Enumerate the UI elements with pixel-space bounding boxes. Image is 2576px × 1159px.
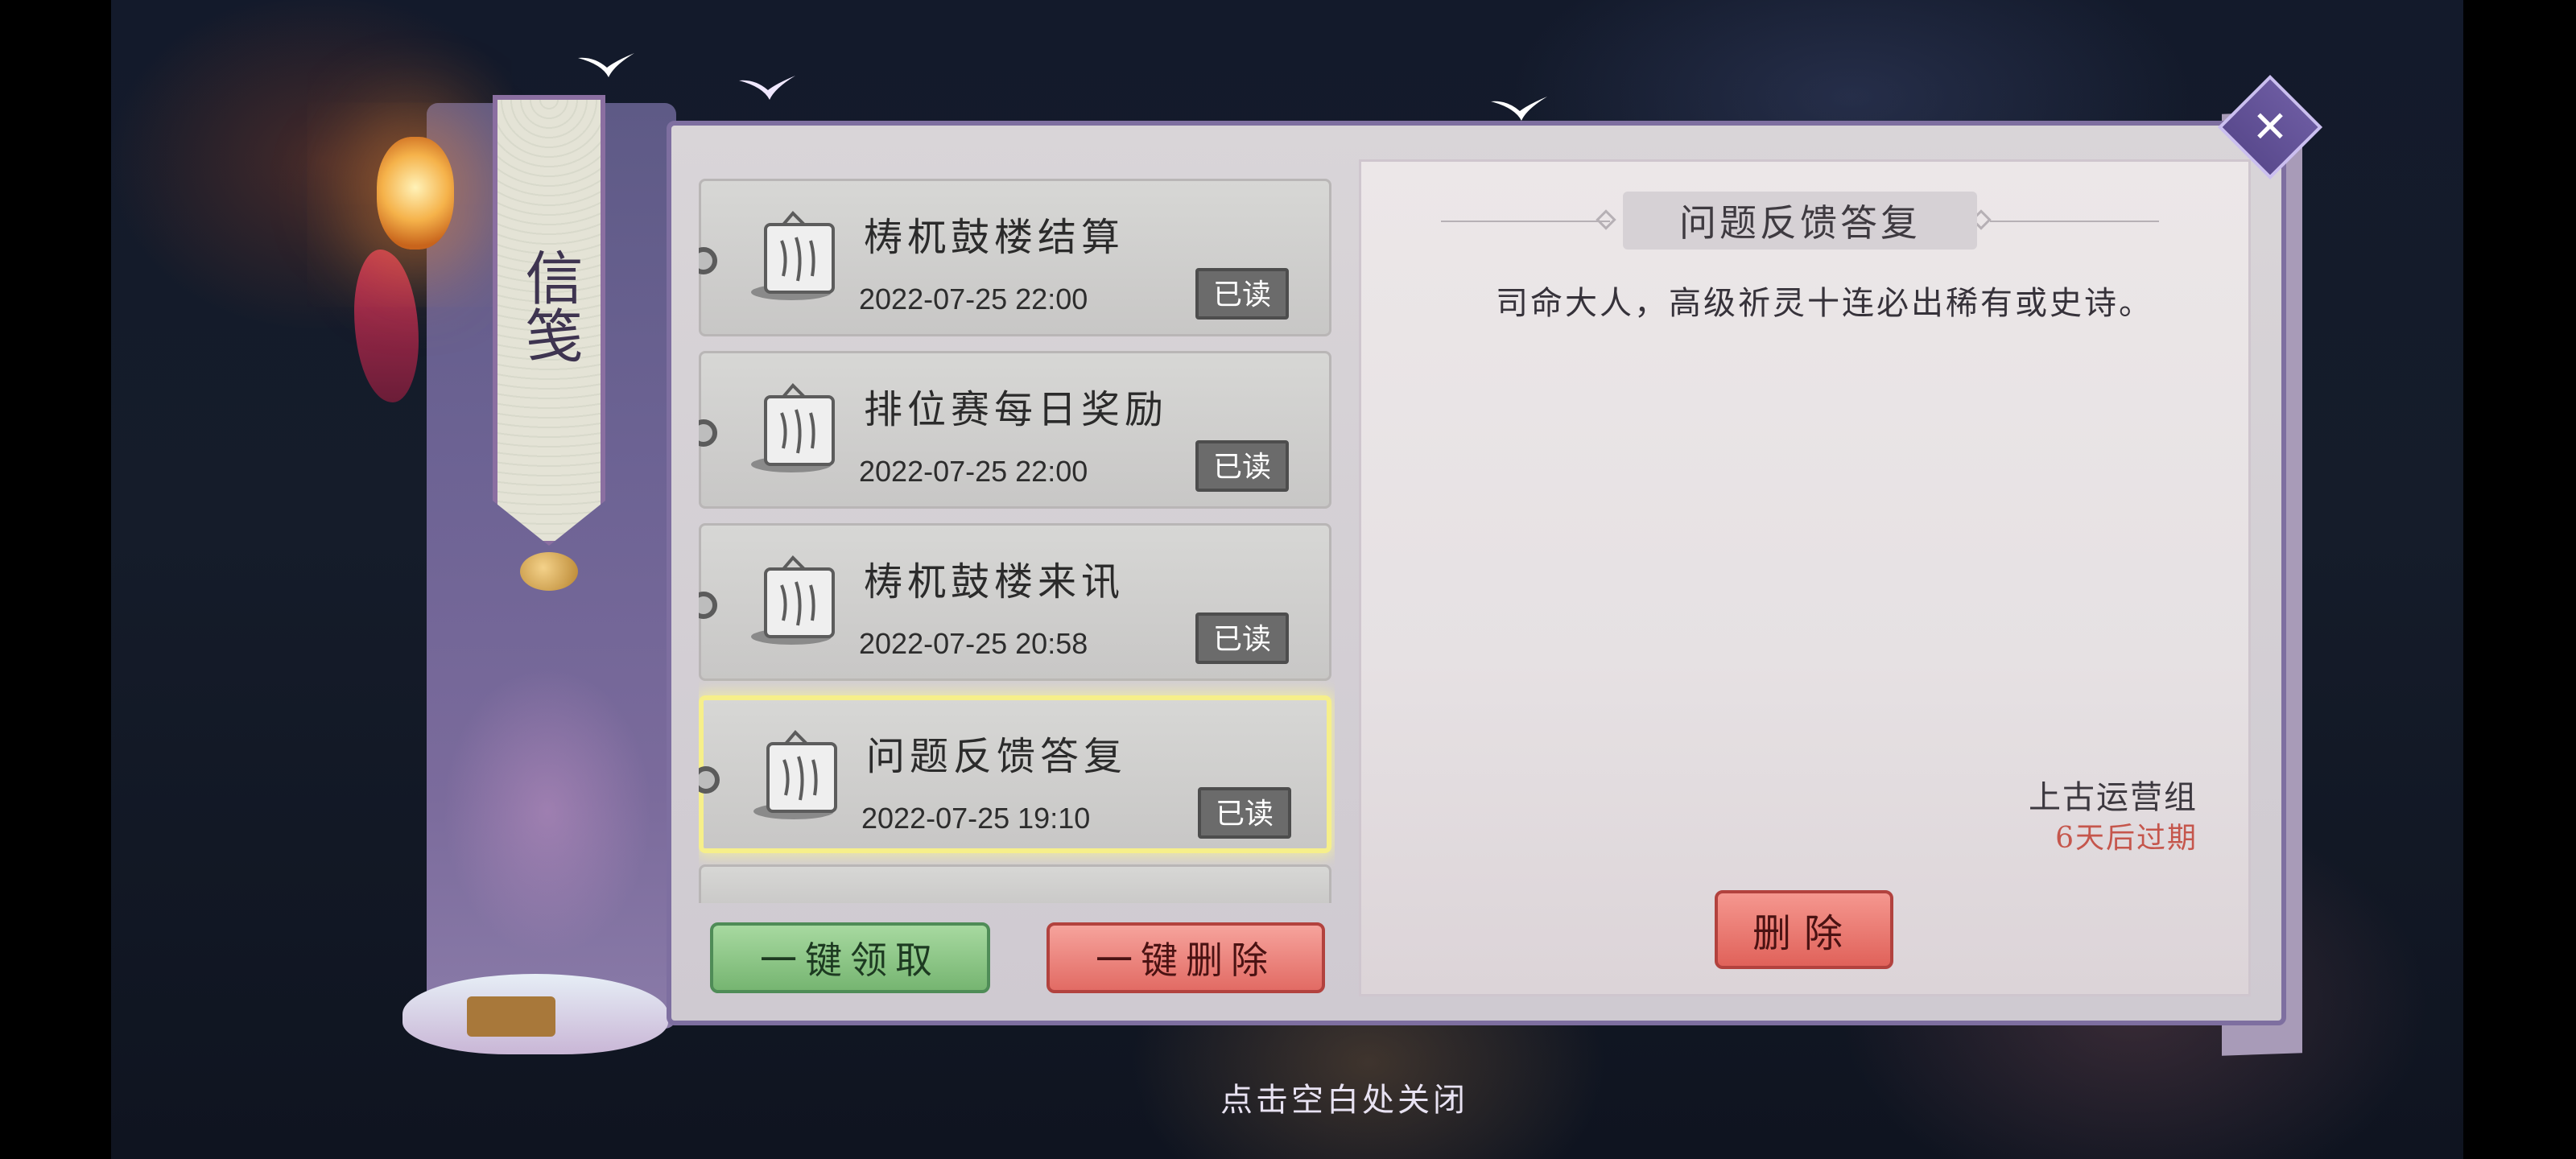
detail-title: 问题反馈答复 — [1679, 201, 1921, 245]
mail-date: 2022-07-25 22:00 — [859, 283, 1088, 316]
mail-date: 2022-07-25 19:10 — [861, 802, 1091, 835]
read-badge: 已读 — [1195, 440, 1289, 492]
read-badge: 已读 — [1195, 268, 1289, 320]
pin-icon — [699, 765, 720, 794]
mail-item-selected[interactable]: 问题反馈答复 2022-07-25 19:10 已读 — [699, 695, 1331, 853]
mail-list[interactable]: 梼杌鼓楼结算 2022-07-25 22:00 已读 排位赛每日奖励 2022-… — [699, 172, 1335, 903]
mail-date: 2022-07-25 22:00 — [859, 455, 1088, 488]
title-divider-left — [1441, 221, 1610, 222]
letter-scroll-icon — [751, 211, 835, 300]
detail-title-plate: 问题反馈答复 — [1623, 192, 1977, 250]
letter-scroll-icon — [751, 555, 835, 645]
swallow-icon — [578, 53, 634, 77]
mail-title: 梼杌鼓楼结算 — [864, 215, 1125, 260]
read-badge: 已读 — [1195, 612, 1289, 664]
pin-icon — [699, 418, 717, 447]
letter-scroll-icon — [751, 383, 835, 472]
mail-item[interactable]: 梼杌鼓楼来讯 2022-07-25 20:58 已读 — [699, 523, 1331, 681]
letterbox-right — [2463, 0, 2576, 1159]
claim-all-button[interactable]: 一键领取 — [710, 922, 990, 993]
bell-icon — [520, 552, 578, 591]
mail-date: 2022-07-25 20:58 — [859, 627, 1088, 660]
mail-item[interactable]: 排位赛每日奖励 2022-07-25 22:00 已读 — [699, 351, 1331, 509]
boat-roof — [467, 996, 555, 1037]
swallow-icon — [739, 76, 795, 100]
mail-title: 排位赛每日奖励 — [864, 387, 1169, 432]
mail-item-partial[interactable] — [699, 864, 1331, 903]
close-x-icon[interactable]: ✕ — [2248, 105, 2293, 150]
delete-all-button[interactable]: 一键删除 — [1046, 922, 1325, 993]
lantern-icon — [377, 137, 454, 250]
title-divider-right — [1990, 221, 2159, 222]
close-hint: 点击空白处关闭 — [1220, 1082, 1468, 1119]
mail-item[interactable]: 梼杌鼓楼结算 2022-07-25 22:00 已读 — [699, 179, 1331, 336]
letter-scroll-icon — [753, 730, 837, 819]
detail-body-text: 司命大人，高级祈灵十连必出稀有或史诗。 — [1496, 285, 2153, 322]
pin-icon — [699, 590, 717, 619]
mail-title: 问题反馈答复 — [866, 734, 1128, 779]
read-badge: 已读 — [1198, 787, 1291, 839]
sender-name: 上古运营组 — [2029, 779, 2198, 816]
expire-text: 6天后过期 — [2055, 822, 2198, 855]
side-banner-title: 信笺 — [515, 248, 583, 364]
letterbox-left — [0, 0, 111, 1159]
delete-button[interactable]: 删除 — [1715, 890, 1893, 969]
mail-title: 梼杌鼓楼来讯 — [864, 559, 1125, 604]
pin-icon — [699, 245, 717, 274]
